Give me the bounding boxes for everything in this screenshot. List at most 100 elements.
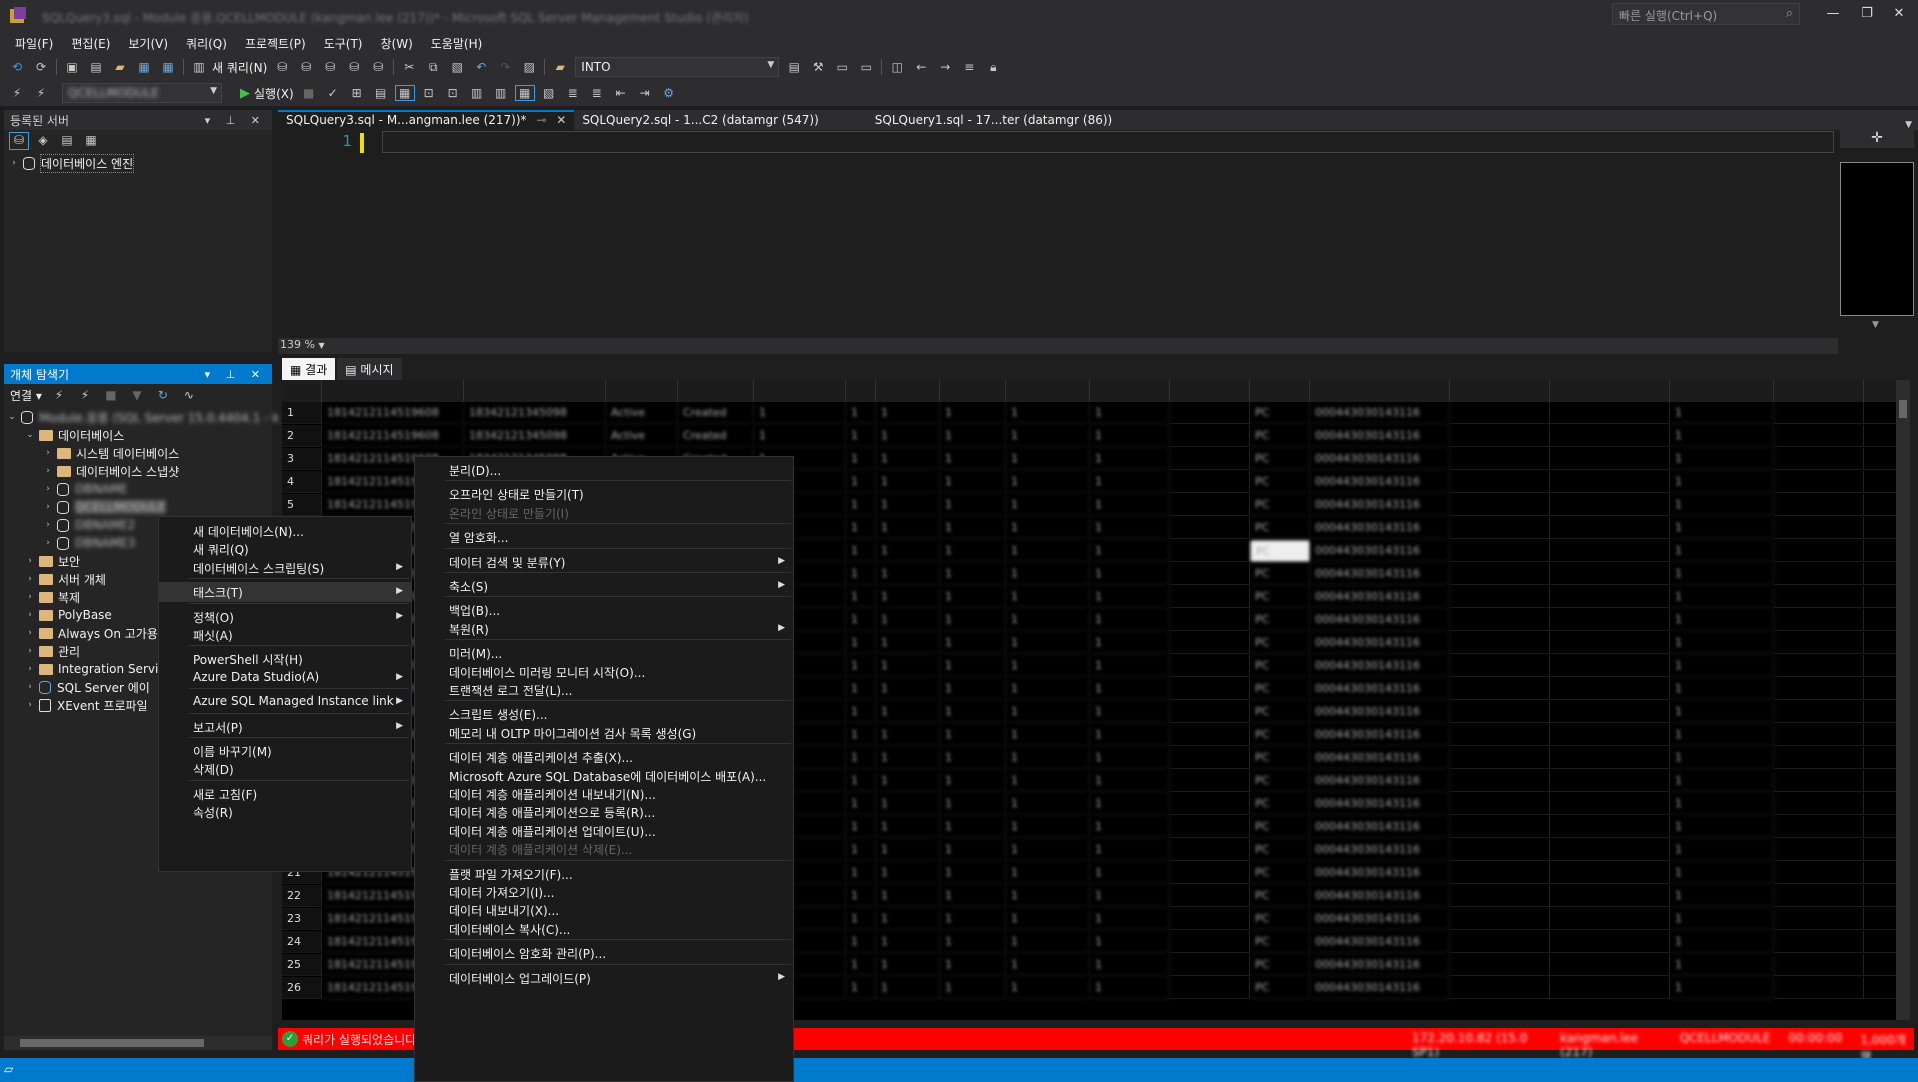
grid-cell[interactable]: 1 [876, 655, 940, 677]
comment-lines-icon[interactable]: ≣ [564, 86, 582, 100]
tree-node-db-3[interactable]: › DBNAME2 [42, 516, 135, 534]
grid-cell[interactable] [1450, 425, 1550, 447]
grid-cell[interactable]: 1 [1090, 425, 1170, 447]
grid-cell[interactable]: PC [1250, 793, 1310, 815]
row-number[interactable]: 3 [282, 448, 322, 470]
grid-cell[interactable]: 000443030143116 [1310, 747, 1450, 769]
menu-item[interactable]: 새 쿼리(Q) [159, 539, 411, 559]
grid-cell[interactable]: 1 [940, 747, 1006, 769]
grid-cell[interactable] [1450, 885, 1550, 907]
grid-cell[interactable]: PC [1250, 425, 1310, 447]
row-number[interactable]: 1 [282, 402, 322, 424]
grid-cell[interactable]: 1 [1090, 678, 1170, 700]
grid-cell[interactable]: 1 [940, 448, 1006, 470]
grid-cell[interactable]: 000443030143116 [1310, 862, 1450, 884]
connect-icon[interactable]: ⚡ [8, 86, 26, 100]
menu-item[interactable]: 열 암호화... [415, 527, 793, 547]
activity-monitor-icon[interactable]: ▨ [520, 60, 538, 74]
results-to-grid-icon[interactable]: ▦ [394, 85, 415, 101]
filter-icon[interactable]: ▼ [128, 388, 146, 402]
grid-cell[interactable]: 000443030143116 [1310, 517, 1450, 539]
chevron-right-icon[interactable]: › [42, 484, 54, 494]
grid-cell[interactable]: 000443030143116 [1310, 931, 1450, 953]
column-header[interactable] [846, 380, 876, 402]
grid-cell[interactable]: 1 [846, 977, 876, 999]
menu-item[interactable]: 오프라인 상태로 만들기(T) [415, 484, 793, 504]
tab-overflow-icon[interactable]: ▼ [1905, 120, 1912, 130]
column-header[interactable] [876, 380, 940, 402]
pin-icon[interactable]: ⊸ [536, 113, 546, 127]
results-to-text-icon[interactable]: ▥ [468, 86, 486, 100]
grid-cell[interactable]: 1 [1006, 540, 1090, 562]
grid-cell[interactable]: 1 [846, 517, 876, 539]
grid-cell[interactable]: PC [1250, 678, 1310, 700]
window-layout-icon[interactable]: ▭ [857, 60, 875, 74]
grid-cell[interactable]: 1 [940, 862, 1006, 884]
grid-cell[interactable] [1170, 632, 1250, 654]
tab-sqlquery1[interactable]: SQLQuery1.sql - 17...ter (datamgr (86)) [867, 110, 1120, 130]
grid-cell[interactable] [1774, 425, 1864, 447]
grid-cell[interactable] [1774, 471, 1864, 493]
chevron-right-icon[interactable]: › [24, 646, 36, 656]
grid-cell[interactable] [1450, 517, 1550, 539]
grid-cell[interactable]: 1 [1670, 471, 1774, 493]
grid-cell[interactable]: 000443030143116 [1310, 678, 1450, 700]
chevron-down-icon[interactable]: ⌄ [6, 412, 18, 422]
grid-cell[interactable]: 1 [846, 885, 876, 907]
tree-node-server-objects[interactable]: › 서버 개체 [24, 570, 106, 588]
grid-cell[interactable]: 000443030143116 [1310, 425, 1450, 447]
column-header[interactable] [606, 380, 678, 402]
grid-cell[interactable]: 18342121345098 [464, 402, 606, 424]
grid-cell[interactable]: 1 [940, 563, 1006, 585]
decrease-indent-icon[interactable]: ⇤ [612, 86, 630, 100]
find-combo[interactable]: INTO ▼ [575, 57, 780, 77]
grid-cell[interactable]: 1 [876, 839, 940, 861]
grid-cell[interactable]: PC [1250, 724, 1310, 746]
grid-cell[interactable] [1774, 770, 1864, 792]
grid-cell[interactable]: 1 [1090, 609, 1170, 631]
row-number[interactable]: 25 [282, 954, 322, 976]
zoom-level[interactable]: 139 % [280, 338, 315, 351]
grid-cell[interactable]: PC [1250, 448, 1310, 470]
grid-cell[interactable]: 1 [1090, 540, 1170, 562]
grid-cell[interactable] [1774, 402, 1864, 424]
grid-cell[interactable] [1450, 632, 1550, 654]
menu-project[interactable]: 프로젝트(P) [236, 35, 315, 52]
grid-vertical-scrollbar[interactable] [1896, 380, 1910, 1020]
grid-cell[interactable]: 1 [1006, 448, 1090, 470]
tree-node-db-1[interactable]: › DBNAME [42, 480, 127, 498]
menu-item[interactable]: 트랜잭션 로그 전달(L)... [415, 680, 793, 700]
grid-cell[interactable] [1450, 448, 1550, 470]
column-header[interactable] [940, 380, 1006, 402]
tree-node-management[interactable]: › 관리 [24, 642, 80, 660]
grid-cell[interactable]: Active [606, 402, 678, 424]
menu-window[interactable]: 창(W) [371, 35, 421, 52]
chevron-right-icon[interactable]: › [42, 502, 54, 512]
grid-cell[interactable]: PC [1250, 862, 1310, 884]
grid-cell[interactable]: 1 [846, 471, 876, 493]
grid-cell[interactable]: 1 [1670, 678, 1774, 700]
nav-forward-icon[interactable]: → [936, 60, 954, 74]
chevron-right-icon[interactable]: › [24, 700, 36, 710]
grid-cell[interactable] [1550, 471, 1670, 493]
dmx-icon[interactable]: ⛁ [321, 60, 339, 74]
include-plan-icon[interactable]: ⊡ [420, 86, 438, 100]
chevron-down-icon[interactable]: ▼ [318, 341, 324, 350]
menu-item[interactable]: 데이터 내보내기(X)... [415, 900, 793, 920]
column-header[interactable] [464, 380, 606, 402]
grid-cell[interactable] [1774, 885, 1864, 907]
change-connection-icon[interactable]: ⚡ [32, 86, 50, 100]
query-designer-icon[interactable]: ▤ [372, 86, 390, 100]
grid-cell[interactable]: 1 [1006, 471, 1090, 493]
find-in-files-icon[interactable]: ▰ [551, 60, 569, 74]
copy-icon[interactable]: ⧉ [424, 60, 442, 75]
grid-cell[interactable]: 1 [1670, 494, 1774, 516]
grid-cell[interactable]: 000443030143116 [1310, 632, 1450, 654]
grid-cell[interactable] [1774, 977, 1864, 999]
grid-cell[interactable]: Active [606, 425, 678, 447]
menu-help[interactable]: 도움말(H) [422, 35, 492, 52]
grid-cell[interactable] [1450, 655, 1550, 677]
scrollbar-thumb[interactable] [20, 1039, 204, 1047]
grid-cell[interactable]: PC [1250, 402, 1310, 424]
grid-cell[interactable] [1550, 793, 1670, 815]
